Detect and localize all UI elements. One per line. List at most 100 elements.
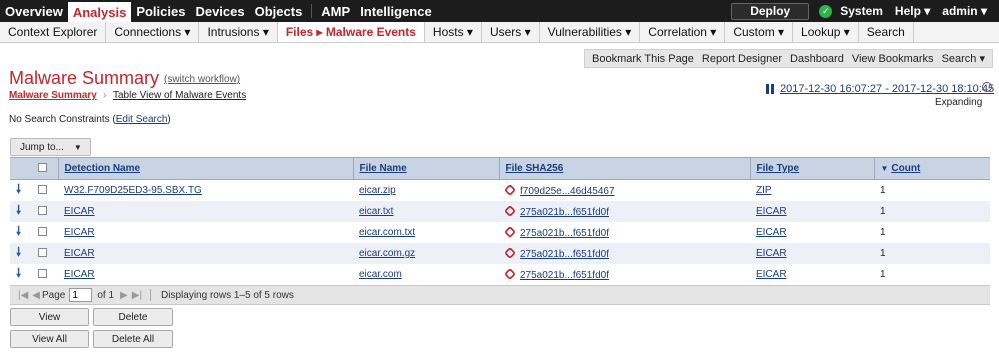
sub-nav: Context Explorer Connections ▾ Intrusion… xyxy=(0,22,999,43)
file-sha256-link[interactable]: 275a021b...f651fd0f xyxy=(520,270,609,281)
constraints-suffix: ) xyxy=(167,114,171,125)
view-all-button[interactable]: View All xyxy=(10,330,89,348)
pause-icon[interactable] xyxy=(766,84,774,94)
row-checkbox[interactable] xyxy=(38,226,47,236)
delete-button[interactable]: Delete xyxy=(93,308,173,326)
pager-divider xyxy=(150,289,152,301)
subnav-lookup[interactable]: Lookup ▾ xyxy=(793,22,859,42)
file-name-link[interactable]: eicar.com xyxy=(359,269,402,280)
subnav-vulnerabilities[interactable]: Vulnerabilities ▾ xyxy=(540,22,641,42)
prev-page-icon[interactable]: ◀ xyxy=(32,290,40,301)
time-range-link[interactable]: 2017-12-30 16:07:27 - 2017-12-30 18:10:4… xyxy=(766,83,994,95)
page-label: Page xyxy=(42,289,66,301)
view-button[interactable]: View xyxy=(10,308,89,326)
row-checkbox[interactable] xyxy=(38,205,47,215)
jump-to-label: Jump to... xyxy=(20,141,64,153)
header-file-type[interactable]: File Type xyxy=(749,157,874,180)
detection-name-link[interactable]: W32.F709D25ED3-95.SBX.TG xyxy=(64,185,202,196)
file-name-link[interactable]: eicar.com.txt xyxy=(359,227,415,238)
drill-down-arrow-icon[interactable]: 🠗 xyxy=(16,245,21,259)
malware-disposition-icon xyxy=(503,183,517,196)
file-sha256-link[interactable]: f709d25e...46d45467 xyxy=(520,186,615,197)
subnav-custom[interactable]: Custom ▾ xyxy=(725,22,794,42)
nav-system[interactable]: System xyxy=(840,4,883,18)
subnav-users[interactable]: Users ▾ xyxy=(482,22,540,42)
jump-to-dropdown[interactable]: Jump to... ▼ xyxy=(10,138,91,156)
top-nav: Overview Analysis Policies Devices Objec… xyxy=(0,0,999,22)
row-checkbox[interactable] xyxy=(38,268,47,278)
nav-policies[interactable]: Policies xyxy=(131,0,190,22)
header-select-all[interactable] xyxy=(32,158,58,180)
file-name-link[interactable]: eicar.txt xyxy=(359,206,393,217)
subnav-correlation[interactable]: Correlation ▾ xyxy=(640,22,726,42)
caret-down-icon: ▼ xyxy=(73,142,82,152)
subnav-context-explorer[interactable]: Context Explorer xyxy=(0,22,107,42)
subnav-search[interactable]: Search xyxy=(859,22,914,42)
drill-down-arrow-icon[interactable]: 🠗 xyxy=(16,203,21,217)
detection-name-link[interactable]: EICAR xyxy=(64,248,95,259)
file-type-link[interactable]: EICAR xyxy=(756,269,787,280)
file-sha256-link[interactable]: 275a021b...f651fd0f xyxy=(520,249,609,260)
last-page-icon[interactable]: ▶| xyxy=(132,290,142,301)
clock-icon[interactable] xyxy=(982,82,992,92)
first-page-icon[interactable]: |◀ xyxy=(18,290,28,301)
user-menu[interactable]: admin ▾ xyxy=(942,4,987,18)
dashboard-link[interactable]: Dashboard xyxy=(786,53,848,65)
count-cell: 1 xyxy=(880,206,886,217)
header-count[interactable]: ▼ Count xyxy=(873,157,990,180)
nav-overview[interactable]: Overview xyxy=(0,0,68,22)
delete-all-button[interactable]: Delete All xyxy=(93,330,173,348)
count-cell: 1 xyxy=(880,227,886,238)
view-bookmarks-link[interactable]: View Bookmarks xyxy=(848,53,938,65)
edit-search-link[interactable]: Edit Search xyxy=(116,114,168,125)
breadcrumb-table-view[interactable]: Table View of Malware Events xyxy=(113,90,246,101)
row-checkbox[interactable] xyxy=(38,184,47,194)
subnav-hosts[interactable]: Hosts ▾ xyxy=(425,22,482,42)
drill-down-arrow-icon[interactable]: 🠗 xyxy=(16,266,21,280)
file-name-link[interactable]: eicar.com.gz xyxy=(359,248,415,259)
header-file-sha256[interactable]: File SHA256 xyxy=(498,157,750,180)
breadcrumb-chevron-icon: › xyxy=(103,90,107,101)
nav-objects[interactable]: Objects xyxy=(250,0,308,22)
file-name-link[interactable]: eicar.zip xyxy=(359,185,396,196)
subnav-connections[interactable]: Connections ▾ xyxy=(106,22,200,42)
row-checkbox[interactable] xyxy=(38,247,47,257)
file-sha256-link[interactable]: 275a021b...f651fd0f xyxy=(520,207,609,218)
search-menu-link[interactable]: Search ▾ xyxy=(938,52,989,65)
expanding-label: Expanding xyxy=(935,97,983,108)
nav-amp[interactable]: AMP xyxy=(316,0,355,22)
nav-help[interactable]: Help ▾ xyxy=(895,4,930,18)
table-row: 🠗 EICAR eicar.com.txt 275a021b...f651fd0… xyxy=(10,222,990,243)
header-file-name[interactable]: File Name xyxy=(352,157,499,180)
drill-down-arrow-icon[interactable]: 🠗 xyxy=(16,182,21,196)
header-spacer xyxy=(10,158,32,180)
nav-devices[interactable]: Devices xyxy=(190,0,249,22)
detection-name-link[interactable]: EICAR xyxy=(64,269,95,280)
file-type-link[interactable]: EICAR xyxy=(756,227,787,238)
file-sha256-link[interactable]: 275a021b...f651fd0f xyxy=(520,228,609,239)
file-type-link[interactable]: EICAR xyxy=(756,206,787,217)
time-range-text[interactable]: 2017-12-30 16:07:27 - 2017-12-30 18:10:4… xyxy=(780,83,994,95)
subnav-files-malware-events[interactable]: Files ▸ Malware Events xyxy=(277,22,425,42)
detection-name-link[interactable]: EICAR xyxy=(64,227,95,238)
next-page-icon[interactable]: ▶ xyxy=(120,290,128,301)
report-designer-link[interactable]: Report Designer xyxy=(698,53,786,65)
bookmark-this-page-link[interactable]: Bookmark This Page xyxy=(588,53,698,65)
file-type-link[interactable]: ZIP xyxy=(756,185,772,196)
nav-divider xyxy=(311,4,313,18)
detection-name-link[interactable]: EICAR xyxy=(64,206,95,217)
count-cell: 1 xyxy=(880,248,886,259)
drill-down-arrow-icon[interactable]: 🠗 xyxy=(16,224,21,238)
page-number-input[interactable] xyxy=(69,288,93,302)
switch-workflow-link[interactable]: (switch workflow) xyxy=(164,74,240,85)
breadcrumb-malware-summary[interactable]: Malware Summary xyxy=(9,90,97,101)
nav-intelligence[interactable]: Intelligence xyxy=(355,0,437,22)
bookmark-bar: Bookmark This Page Report Designer Dashb… xyxy=(584,49,993,68)
nav-analysis[interactable]: Analysis xyxy=(67,2,132,22)
file-type-link[interactable]: EICAR xyxy=(756,248,787,259)
subnav-intrusions[interactable]: Intrusions ▾ xyxy=(199,22,278,42)
page-title: Malware Summary xyxy=(9,68,160,88)
header-detection-name[interactable]: Detection Name xyxy=(57,157,353,180)
deploy-button[interactable]: Deploy xyxy=(731,2,810,20)
select-all-checkbox[interactable] xyxy=(38,162,47,172)
